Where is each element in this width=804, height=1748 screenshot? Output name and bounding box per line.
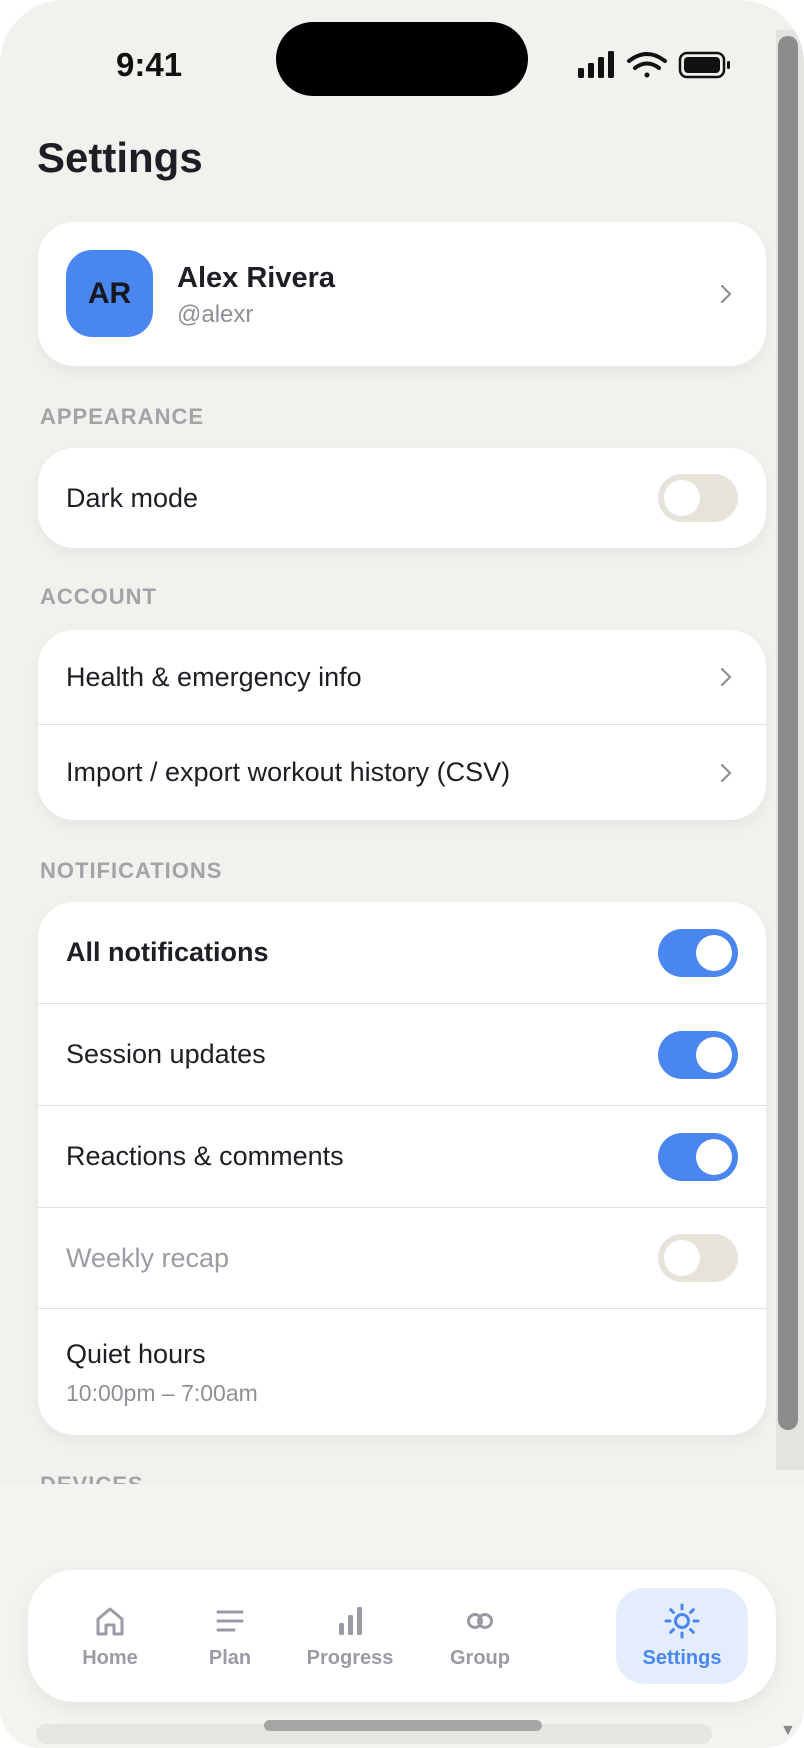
notif-row-session-updates: Session updates xyxy=(38,1004,766,1106)
tab-settings[interactable]: Settings xyxy=(616,1588,748,1684)
tab-group-label: Group xyxy=(450,1646,510,1669)
toggle-knob xyxy=(664,1240,700,1276)
appearance-card: Dark mode xyxy=(38,448,766,548)
tab-progress[interactable]: Progress xyxy=(290,1588,410,1684)
dark-mode-label: Dark mode xyxy=(66,482,199,513)
toggle-knob xyxy=(696,934,732,971)
home-icon xyxy=(96,1607,124,1635)
bar-chart-icon xyxy=(339,1606,362,1635)
reactions-toggle[interactable] xyxy=(658,1132,738,1181)
notif-row-all: All notifications xyxy=(38,902,766,1004)
session-updates-toggle[interactable] xyxy=(658,1030,738,1079)
scroll-down-arrow-icon[interactable]: ▼ xyxy=(780,1722,796,1740)
notif-row-weekly-recap: Weekly recap xyxy=(38,1208,766,1309)
account-row-health[interactable]: Health & emergency info xyxy=(38,630,766,725)
tab-plan-label: Plan xyxy=(208,1646,252,1669)
scrollbar-thumb[interactable] xyxy=(778,36,798,1430)
dynamic-island xyxy=(276,22,528,96)
chevron-right-icon xyxy=(720,763,732,782)
list-icon xyxy=(216,1610,244,1631)
battery-icon xyxy=(678,51,730,79)
avatar: AR xyxy=(66,250,153,337)
tab-home[interactable]: Home xyxy=(56,1588,164,1684)
all-notifications-label: All notifications xyxy=(66,937,269,967)
account-row-import-export[interactable]: Import / export workout history (CSV) xyxy=(38,725,766,820)
weekly-recap-toggle[interactable] xyxy=(658,1234,738,1282)
tab-settings-label: Settings xyxy=(642,1646,722,1669)
quiet-hours-value: 10:00pm – 7:00am xyxy=(66,1380,258,1406)
page-title: Settings xyxy=(37,134,203,181)
devices-header-text: DEVICES xyxy=(40,1472,144,1484)
group-icon xyxy=(467,1612,493,1629)
tab-progress-label: Progress xyxy=(306,1646,394,1669)
quiet-hours-label: Quiet hours xyxy=(66,1339,206,1369)
notif-row-reactions: Reactions & comments xyxy=(38,1106,766,1208)
health-info-label: Health & emergency info xyxy=(66,661,362,692)
section-header-notifications: NOTIFICATIONS xyxy=(40,858,223,883)
wifi-icon xyxy=(627,52,667,78)
tab-home-label: Home xyxy=(82,1646,138,1669)
chevron-right-icon xyxy=(720,284,732,304)
status-time: 9:41 xyxy=(116,46,183,83)
chevron-right-icon xyxy=(720,667,732,687)
tab-bar: Home Plan Progress Group Settings xyxy=(28,1570,776,1702)
status-icons xyxy=(578,51,730,79)
toggle-knob xyxy=(664,480,700,516)
section-header-appearance: APPEARANCE xyxy=(40,404,205,429)
account-card: Health & emergency info Import / export … xyxy=(38,630,766,820)
profile-handle: @alexr xyxy=(177,301,254,328)
tab-plan[interactable]: Plan xyxy=(180,1588,280,1684)
all-notifications-toggle[interactable] xyxy=(658,928,738,977)
session-updates-label: Session updates xyxy=(66,1039,266,1069)
dark-mode-row: Dark mode xyxy=(38,448,766,548)
section-header-devices: DEVICES xyxy=(40,1472,144,1484)
home-indicator[interactable] xyxy=(264,1720,542,1731)
profile-card[interactable]: AR Alex Rivera @alexr xyxy=(38,222,766,366)
phone-screen: 9:41 Settings AR Alex Rivera @alexr APPE… xyxy=(0,0,804,1748)
notif-row-quiet-hours[interactable]: Quiet hours 10:00pm – 7:00am xyxy=(38,1309,766,1435)
signal-icon xyxy=(578,51,614,78)
weekly-recap-label: Weekly recap xyxy=(66,1242,230,1273)
tab-group[interactable]: Group xyxy=(428,1588,532,1684)
import-export-label: Import / export workout history (CSV) xyxy=(66,757,511,787)
section-header-account: ACCOUNT xyxy=(40,584,157,609)
toggle-knob xyxy=(696,1036,732,1073)
toggle-knob xyxy=(696,1138,732,1175)
sun-icon xyxy=(664,1603,700,1638)
reactions-label: Reactions & comments xyxy=(66,1141,344,1171)
profile-name: Alex Rivera xyxy=(177,262,335,294)
dark-mode-toggle[interactable] xyxy=(658,474,738,522)
notifications-card: All notifications Session updates Reacti… xyxy=(38,902,766,1435)
